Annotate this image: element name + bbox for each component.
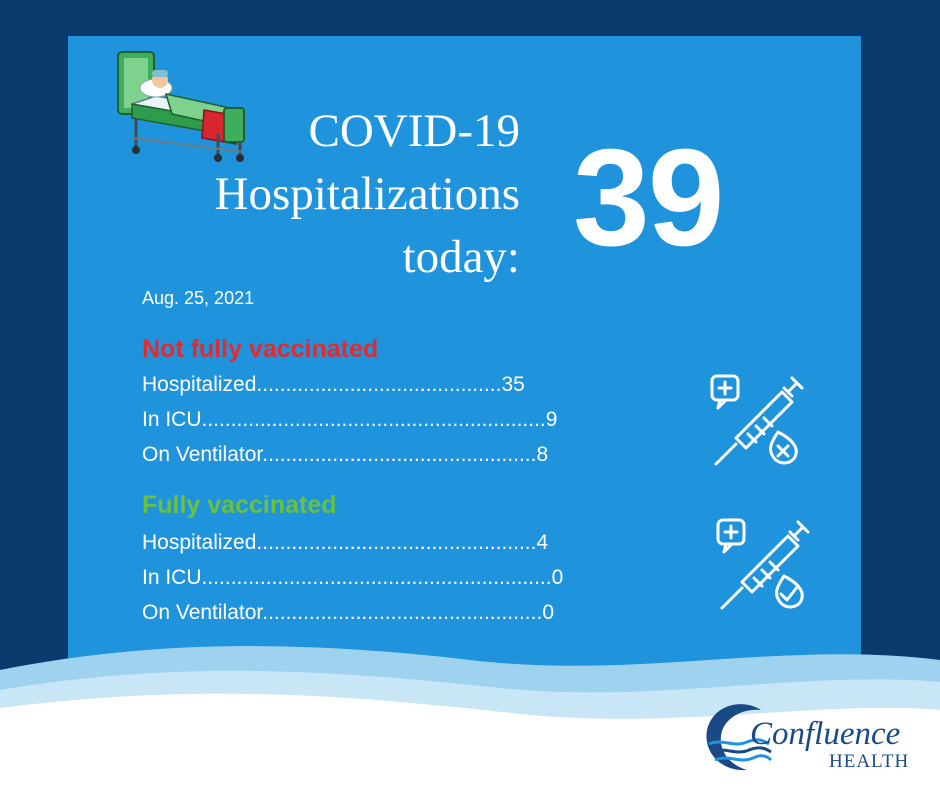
stat-value: 8 xyxy=(536,443,549,466)
stat-value: 9 xyxy=(545,408,558,431)
vaccinated-heading: Fully vaccinated xyxy=(142,491,337,519)
syringe-check-icon xyxy=(716,518,810,610)
stat-label: On Ventilator xyxy=(142,601,263,624)
stat-label: Hospitalized xyxy=(142,373,257,396)
stat-value: 0 xyxy=(551,566,564,589)
stat-row: On Ventilator...........................… xyxy=(142,595,662,630)
stat-row: On Ventilator...........................… xyxy=(142,437,662,472)
not-vaccinated-stats: Hospitalized............................… xyxy=(142,367,662,472)
stat-row: Hospitalized............................… xyxy=(142,525,662,560)
not-vaccinated-heading: Not fully vaccinated xyxy=(142,335,379,363)
syringe-cross-icon xyxy=(710,374,804,466)
stat-leader-dots: ........................................… xyxy=(262,601,543,624)
wave-decoration xyxy=(0,646,940,788)
title-line-2: Hospitalizations xyxy=(214,168,520,220)
report-date: Aug. 25, 2021 xyxy=(142,288,255,308)
stat-value: 0 xyxy=(542,601,554,624)
stat-label: Hospitalized xyxy=(142,531,257,554)
total-hospitalized-count: 39 xyxy=(573,121,724,275)
stat-leader-dots: ........................................… xyxy=(201,566,552,589)
logo-name: Confluence xyxy=(750,716,901,752)
stat-leader-dots: ........................................… xyxy=(256,373,502,396)
vaccinated-stats: Hospitalized............................… xyxy=(142,525,662,630)
stat-row: In ICU..................................… xyxy=(142,560,662,595)
stat-label: In ICU xyxy=(142,566,202,589)
stat-value: 35 xyxy=(501,373,525,396)
title-line-3: today: xyxy=(402,231,520,283)
logo-subtitle: HEALTH xyxy=(829,751,910,772)
page-title: COVID-19 Hospitalizations today: xyxy=(215,100,520,289)
stat-row: In ICU..................................… xyxy=(142,402,662,437)
stat-value: 4 xyxy=(536,531,549,554)
stat-leader-dots: ........................................… xyxy=(256,531,537,554)
stat-label: On Ventilator xyxy=(142,443,263,466)
stat-leader-dots: ........................................… xyxy=(262,443,537,466)
stat-row: Hospitalized............................… xyxy=(142,367,662,402)
stat-leader-dots: ........................................… xyxy=(201,408,546,431)
stat-label: In ICU xyxy=(142,408,202,431)
title-line-1: COVID-19 xyxy=(308,105,520,157)
